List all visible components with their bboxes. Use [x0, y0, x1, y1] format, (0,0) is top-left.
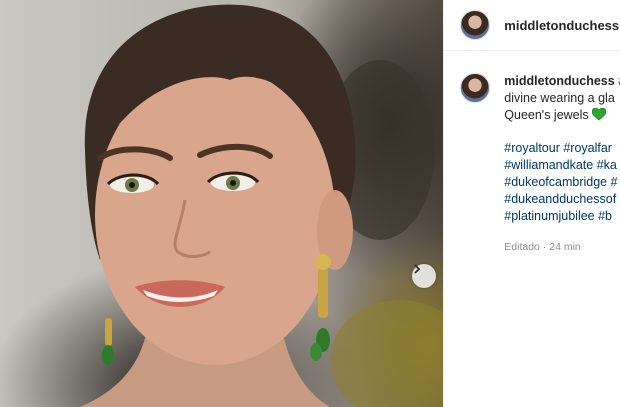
caption-line-1: divine wearing a gla	[504, 91, 615, 105]
post-sidebar: middletonduchess middletonduchess # divi…	[443, 0, 620, 407]
hashtag-line[interactable]: #dukeofcambridge #	[504, 174, 620, 191]
green-heart-icon	[592, 108, 607, 121]
caption-line-2: Queen's jewels	[504, 108, 589, 122]
caption-line-0: #	[615, 74, 620, 88]
caption-avatar[interactable]	[460, 73, 491, 103]
hashtag-line[interactable]: #dukeandduchessof	[504, 191, 620, 208]
portrait-illustration	[80, 4, 444, 407]
hashtag-line[interactable]: #williamandkate #ka	[504, 157, 620, 174]
avatar[interactable]	[460, 10, 491, 40]
chevron-right-icon	[414, 264, 421, 274]
earring-left	[102, 318, 114, 365]
hashtag-line[interactable]: #platinumjubilee #b	[504, 208, 620, 225]
hashtag-line[interactable]: #royaltour #royalfar	[504, 140, 620, 157]
caption-username[interactable]: middletonduchess	[504, 74, 614, 88]
edited-timestamp: Editado · 24 min	[504, 241, 581, 253]
next-photo-button[interactable]	[412, 264, 436, 288]
caption-body: middletonduchess # divine wearing a gla …	[504, 73, 620, 256]
post-header: middletonduchess	[444, 0, 620, 51]
instagram-post: middletonduchess middletonduchess # divi…	[0, 0, 620, 407]
post-photo[interactable]	[0, 0, 444, 407]
header-username[interactable]: middletonduchess	[504, 18, 619, 33]
post-caption: middletonduchess # divine wearing a gla …	[444, 51, 620, 256]
hashtag-list: #royaltour #royalfar #williamandkate #ka…	[504, 140, 620, 225]
